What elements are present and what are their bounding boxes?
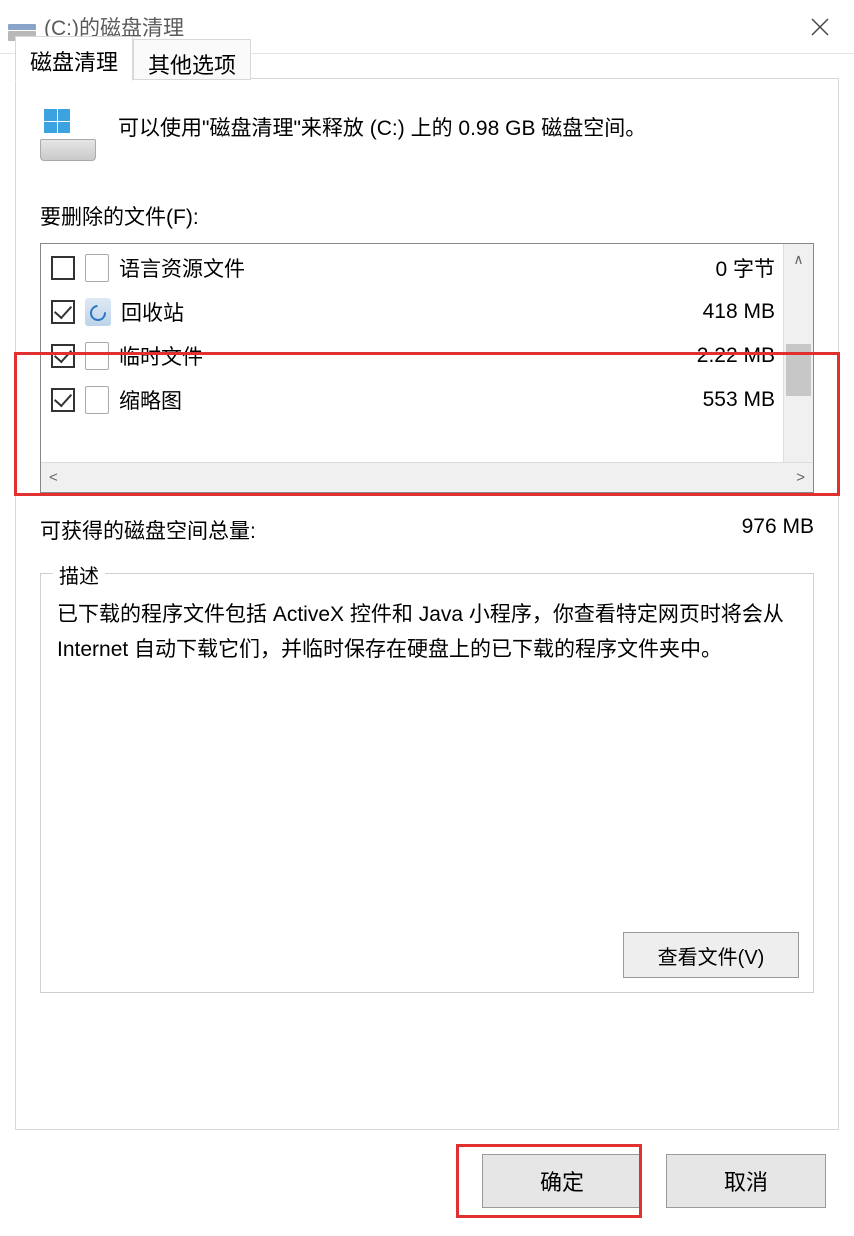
file-icon [85,254,109,282]
file-list: 语言资源文件 0 字节 回收站 418 MB 临时文件 2.22 MB [40,243,814,493]
intro-text: 可以使用"磁盘清理"来释放 (C:) 上的 0.98 GB 磁盘空间。 [118,109,646,145]
file-size: 553 MB [703,388,775,412]
view-files-button[interactable]: 查看文件(V) [623,932,799,978]
scroll-up-icon[interactable]: ∧ [784,244,813,274]
file-size: 0 字节 [715,253,775,283]
drive-icon [40,109,96,161]
description-legend: 描述 [53,560,105,589]
total-space-label: 可获得的磁盘空间总量: [40,515,256,545]
file-icon [85,342,109,370]
scroll-thumb[interactable] [786,344,811,396]
checkbox[interactable] [51,300,75,324]
scroll-right-icon[interactable]: > [796,469,805,486]
total-space-row: 可获得的磁盘空间总量: 976 MB [40,515,814,545]
scroll-left-icon[interactable]: < [49,469,58,486]
file-row[interactable]: 缩略图 553 MB [41,378,783,422]
recycle-bin-icon [85,298,111,326]
tab-disk-cleanup[interactable]: 磁盘清理 [15,36,133,81]
files-to-delete-label: 要删除的文件(F): [40,201,814,231]
vertical-scrollbar[interactable]: ∧ [783,244,813,462]
tab-bar: 磁盘清理 其他选项 [15,35,251,80]
file-row[interactable]: 回收站 418 MB [41,290,783,334]
checkbox[interactable] [51,344,75,368]
file-size: 418 MB [703,300,775,324]
description-text: 已下载的程序文件包括 ActiveX 控件和 Java 小程序，你查看特定网页时… [57,598,797,667]
description-group: 描述 已下载的程序文件包括 ActiveX 控件和 Java 小程序，你查看特定… [40,573,814,993]
close-button[interactable] [790,0,850,54]
main-panel: 磁盘清理 其他选项 可以使用"磁盘清理"来释放 (C:) 上的 0.98 GB … [15,78,839,1130]
horizontal-scrollbar[interactable]: < > [41,462,813,492]
file-row[interactable]: 临时文件 2.22 MB [41,334,783,378]
file-name: 回收站 [121,297,693,327]
intro-row: 可以使用"磁盘清理"来释放 (C:) 上的 0.98 GB 磁盘空间。 [40,109,814,161]
dialog-buttons: 确定 取消 [482,1154,826,1208]
file-name: 缩略图 [119,385,693,415]
file-row[interactable]: 语言资源文件 0 字节 [41,246,783,290]
scroll-down-icon[interactable] [784,432,813,462]
file-icon [85,386,109,414]
cancel-button[interactable]: 取消 [666,1154,826,1208]
file-name: 语言资源文件 [119,253,705,283]
total-space-value: 976 MB [742,515,814,545]
file-name: 临时文件 [119,341,687,371]
file-size: 2.22 MB [697,344,775,368]
checkbox[interactable] [51,256,75,280]
tab-other-options[interactable]: 其他选项 [133,39,251,80]
ok-button[interactable]: 确定 [482,1154,642,1208]
checkbox[interactable] [51,388,75,412]
